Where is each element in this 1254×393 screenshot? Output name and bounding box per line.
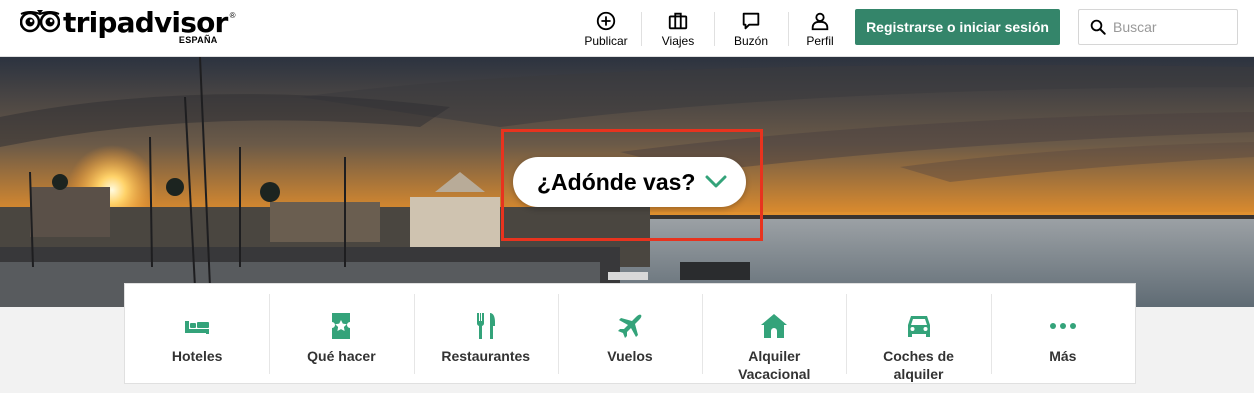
search-box[interactable] <box>1078 9 1238 45</box>
nav-publicar[interactable]: Publicar <box>582 0 630 57</box>
category-restaurantes[interactable]: Restaurantes <box>413 284 558 383</box>
category-label: Alquiler Vacacional <box>738 348 811 382</box>
user-icon <box>811 12 829 30</box>
category-hoteles[interactable]: Hoteles <box>125 284 269 383</box>
ticket-icon <box>332 313 351 339</box>
car-icon <box>907 316 930 337</box>
category-que-hacer[interactable]: Qué hacer <box>269 284 413 383</box>
more-dots-icon <box>1049 323 1076 329</box>
logo-country: ESPAÑA <box>178 35 218 45</box>
category-coches-de-alquiler[interactable]: Coches de alquiler <box>846 284 990 383</box>
category-label: Hoteles <box>171 348 223 364</box>
nav-viajes[interactable]: Viajes <box>656 0 700 57</box>
top-header: tripadvisor ® ESPAÑA Publicar Viajes Buz… <box>0 0 1254 57</box>
hero-banner: ¿Adónde vas? <box>0 57 1254 307</box>
chevron-down-icon <box>705 175 727 188</box>
category-label: Restaurantes <box>441 348 531 364</box>
category-vuelos[interactable]: Vuelos <box>557 284 702 383</box>
tripadvisor-logo[interactable]: tripadvisor ® ESPAÑA <box>20 8 236 45</box>
category-label: Vuelos <box>607 348 653 364</box>
message-icon <box>742 12 760 29</box>
registered-mark: ® <box>229 11 236 20</box>
nav-divider <box>714 12 715 46</box>
nav-divider <box>788 12 789 46</box>
nav-label: Viajes <box>661 33 695 48</box>
bed-icon <box>185 321 210 334</box>
where-to-go-label: ¿Adónde vas? <box>537 168 696 195</box>
suitcase-icon <box>668 12 688 29</box>
category-bar: Hoteles Qué hacer Restaurantes Vuelos Al… <box>124 283 1136 384</box>
category-label: Más <box>1049 348 1077 364</box>
fork-knife-icon <box>476 313 495 339</box>
nav-label: Publicar <box>584 33 628 48</box>
category-mas[interactable]: Más <box>990 284 1135 383</box>
signin-button[interactable]: Registrarse o iniciar sesión <box>855 9 1060 45</box>
nav-label: Buzón <box>733 33 769 48</box>
plus-circle-icon <box>596 11 616 30</box>
search-input[interactable] <box>1113 19 1223 35</box>
plane-icon <box>617 314 642 338</box>
category-label: Qué hacer <box>307 348 376 364</box>
house-icon <box>761 314 788 338</box>
search-icon <box>1090 19 1106 35</box>
owl-logo-icon <box>20 10 60 33</box>
where-to-go-button[interactable]: ¿Adónde vas? <box>513 157 746 207</box>
nav-perfil[interactable]: Perfil <box>802 0 838 57</box>
nav-buzon[interactable]: Buzón <box>728 0 774 57</box>
nav-label: Perfil <box>806 33 834 48</box>
category-alquiler-vacacional[interactable]: Alquiler Vacacional <box>702 284 846 383</box>
category-label: Coches de alquiler <box>883 348 954 382</box>
nav-divider <box>641 12 642 46</box>
